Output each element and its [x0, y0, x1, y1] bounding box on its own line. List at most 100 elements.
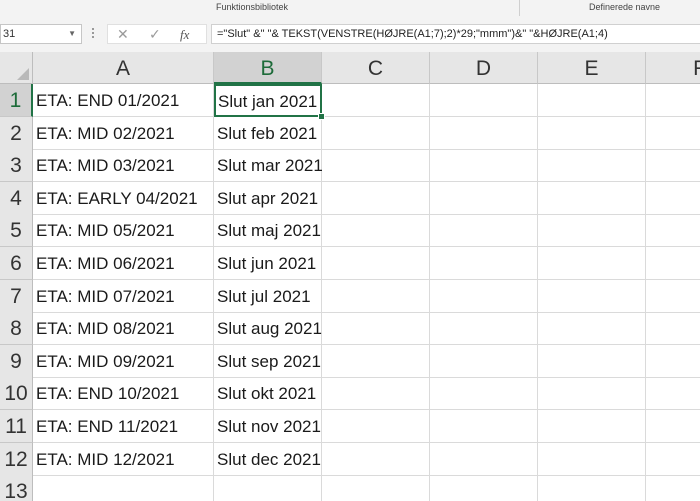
cell-a1[interactable]: ETA: END 01/2021: [33, 84, 214, 117]
cell-a10[interactable]: ETA: END 10/2021: [33, 377, 214, 410]
cell-d4[interactable]: [430, 182, 538, 215]
cell-f2[interactable]: [646, 117, 700, 150]
cell-b5[interactable]: Slut maj 2021: [214, 214, 322, 247]
cell-c10[interactable]: [322, 377, 430, 410]
cell-d11[interactable]: [430, 410, 538, 443]
cell-e12[interactable]: [538, 443, 646, 476]
cell-d13[interactable]: [430, 475, 538, 501]
select-all-button[interactable]: [0, 52, 33, 84]
cell-c7[interactable]: [322, 280, 430, 313]
row-header-1[interactable]: 1: [0, 84, 33, 117]
cell-f7[interactable]: [646, 280, 700, 313]
cell-e9[interactable]: [538, 345, 646, 378]
cell-f4[interactable]: [646, 182, 700, 215]
cell-d8[interactable]: [430, 312, 538, 345]
cell-a12[interactable]: ETA: MID 12/2021: [33, 443, 214, 476]
column-header-c[interactable]: C: [322, 52, 430, 84]
cell-a7[interactable]: ETA: MID 07/2021: [33, 280, 214, 313]
row-header-5[interactable]: 5: [0, 214, 33, 247]
cell-f8[interactable]: [646, 312, 700, 345]
cell-e4[interactable]: [538, 182, 646, 215]
cell-c11[interactable]: [322, 410, 430, 443]
cell-d3[interactable]: [430, 149, 538, 182]
cell-e6[interactable]: [538, 247, 646, 280]
cell-b1[interactable]: Slut jan 2021: [214, 84, 322, 117]
cell-a6[interactable]: ETA: MID 06/2021: [33, 247, 214, 280]
cell-a8[interactable]: ETA: MID 08/2021: [33, 312, 214, 345]
column-header-f[interactable]: F: [646, 52, 700, 84]
formula-bar-resize-handle[interactable]: [90, 26, 96, 42]
cell-b10[interactable]: Slut okt 2021: [214, 377, 322, 410]
row-header-6[interactable]: 6: [0, 247, 33, 280]
row-header-7[interactable]: 7: [0, 280, 33, 313]
cell-a5[interactable]: ETA: MID 05/2021: [33, 214, 214, 247]
cell-c13[interactable]: [322, 475, 430, 501]
column-header-e[interactable]: E: [538, 52, 646, 84]
row-header-2[interactable]: 2: [0, 117, 33, 150]
cell-f6[interactable]: [646, 247, 700, 280]
cell-a3[interactable]: ETA: MID 03/2021: [33, 149, 214, 182]
cell-b11[interactable]: Slut nov 2021: [214, 410, 322, 443]
cell-b8[interactable]: Slut aug 2021: [214, 312, 322, 345]
cell-f3[interactable]: [646, 149, 700, 182]
cell-e1[interactable]: [538, 84, 646, 117]
cell-a2[interactable]: ETA: MID 02/2021: [33, 117, 214, 150]
cell-f1[interactable]: [646, 84, 700, 117]
cell-a9[interactable]: ETA: MID 09/2021: [33, 345, 214, 378]
cell-c12[interactable]: [322, 443, 430, 476]
cell-f10[interactable]: [646, 377, 700, 410]
cell-c2[interactable]: [322, 117, 430, 150]
cell-d9[interactable]: [430, 345, 538, 378]
chevron-down-icon[interactable]: ▼: [68, 25, 76, 43]
row-header-11[interactable]: 11: [0, 410, 33, 443]
enter-check-icon[interactable]: ✓: [149, 26, 161, 43]
cell-f13[interactable]: [646, 475, 700, 501]
row-header-4[interactable]: 4: [0, 182, 33, 215]
formula-input[interactable]: ="Slut" &" "& TEKST(VENSTRE(HØJRE(A1;7);…: [211, 24, 700, 44]
cell-a11[interactable]: ETA: END 11/2021: [33, 410, 214, 443]
cell-a4[interactable]: ETA: EARLY 04/2021: [33, 182, 214, 215]
cell-b13[interactable]: [214, 475, 322, 501]
cell-c1[interactable]: [322, 84, 430, 117]
cell-b6[interactable]: Slut jun 2021: [214, 247, 322, 280]
cell-f12[interactable]: [646, 443, 700, 476]
cell-e10[interactable]: [538, 377, 646, 410]
row-header-13[interactable]: 13: [0, 475, 33, 501]
cell-b2[interactable]: Slut feb 2021: [214, 117, 322, 150]
row-header-8[interactable]: 8: [0, 312, 33, 345]
cell-c3[interactable]: [322, 149, 430, 182]
cell-d12[interactable]: [430, 443, 538, 476]
cell-d7[interactable]: [430, 280, 538, 313]
cell-c4[interactable]: [322, 182, 430, 215]
cell-b4[interactable]: Slut apr 2021: [214, 182, 322, 215]
cell-d10[interactable]: [430, 377, 538, 410]
cell-b3[interactable]: Slut mar 2021: [214, 149, 323, 182]
cell-e2[interactable]: [538, 117, 646, 150]
cell-f11[interactable]: [646, 410, 700, 443]
cancel-x-icon[interactable]: ✕: [117, 26, 129, 43]
cell-f5[interactable]: [646, 214, 700, 247]
cell-e7[interactable]: [538, 280, 646, 313]
cell-a13[interactable]: [33, 475, 214, 501]
column-header-a[interactable]: A: [33, 52, 214, 84]
insert-function-icon[interactable]: fx: [180, 27, 189, 43]
cell-c5[interactable]: [322, 214, 430, 247]
cell-b7[interactable]: Slut jul 2021: [214, 280, 322, 313]
cell-b12[interactable]: Slut dec 2021: [214, 443, 322, 476]
cell-e5[interactable]: [538, 214, 646, 247]
column-header-b[interactable]: B: [214, 52, 322, 84]
cell-c8[interactable]: [322, 312, 430, 345]
name-box[interactable]: 31 ▼: [0, 24, 82, 44]
cell-d2[interactable]: [430, 117, 538, 150]
cell-c9[interactable]: [322, 345, 430, 378]
cell-e8[interactable]: [538, 312, 646, 345]
cell-e13[interactable]: [538, 475, 646, 501]
row-header-12[interactable]: 12: [0, 443, 33, 476]
fill-handle[interactable]: [318, 113, 325, 120]
cell-e3[interactable]: [538, 149, 646, 182]
cell-b9[interactable]: Slut sep 2021: [214, 345, 322, 378]
row-header-3[interactable]: 3: [0, 149, 33, 182]
column-header-d[interactable]: D: [430, 52, 538, 84]
row-header-9[interactable]: 9: [0, 345, 33, 378]
cell-f9[interactable]: [646, 345, 700, 378]
